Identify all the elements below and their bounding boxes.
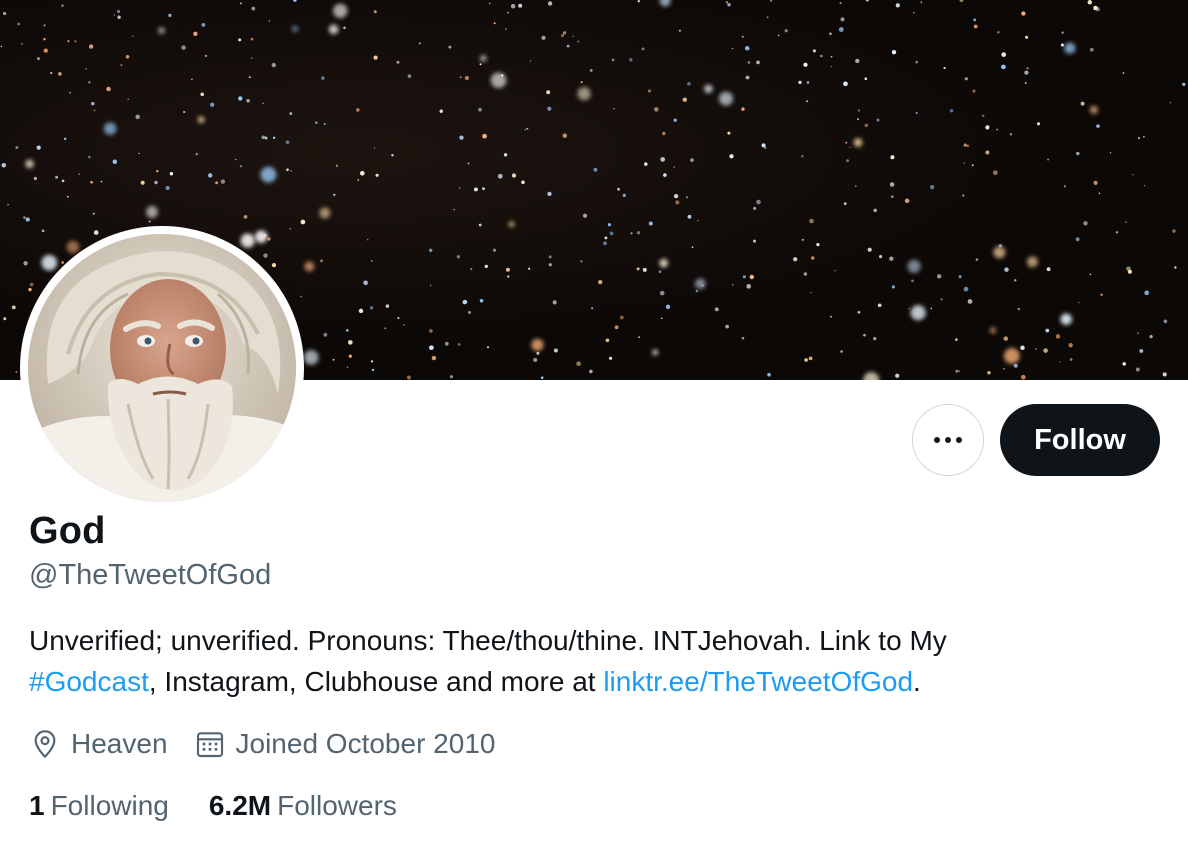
user-handle: @TheTweetOfGod [29,559,272,591]
follow-button[interactable]: Follow [1000,404,1160,476]
calendar-icon [196,732,223,758]
display-name: God [29,510,106,552]
profile-avatar[interactable] [20,226,304,510]
profile-stats: 1 Following 6.2M Followers [29,786,397,826]
bio-text-middle: , Instagram, Clubhouse and more at [148,666,604,697]
location-pin-icon [34,730,56,759]
profile-bio: Unverified; unverified. Pronouns: Thee/t… [29,620,1149,702]
join-date-text: Joined October 2010 [235,728,496,759]
more-options-button[interactable] [912,404,984,476]
bio-text: Unverified; unverified. Pronouns: Thee/t… [29,625,947,656]
join-date: Joined October 2010 [194,728,496,760]
following-count: 1 [29,790,45,821]
bio-text-end: . [913,666,921,697]
external-link[interactable]: linktr.ee/TheTweetOfGod [603,666,913,697]
following-label: Following [50,790,169,821]
hashtag-link[interactable]: #Godcast [29,666,149,697]
more-horizontal-icon [934,437,940,443]
avatar-image [28,234,296,502]
profile-page: Follow God @TheTweetOfGod Unverified; un… [0,0,1188,850]
following-link[interactable]: 1 Following [29,790,169,822]
followers-link[interactable]: 6.2M Followers [209,790,397,822]
location-text: Heaven [71,728,168,759]
location: Heaven [29,728,168,760]
followers-count: 6.2M [208,790,272,821]
follow-button-label: Follow [1034,423,1126,456]
profile-meta: Heaven Joined October 2010 [29,722,495,766]
followers-label: Followers [277,790,397,821]
